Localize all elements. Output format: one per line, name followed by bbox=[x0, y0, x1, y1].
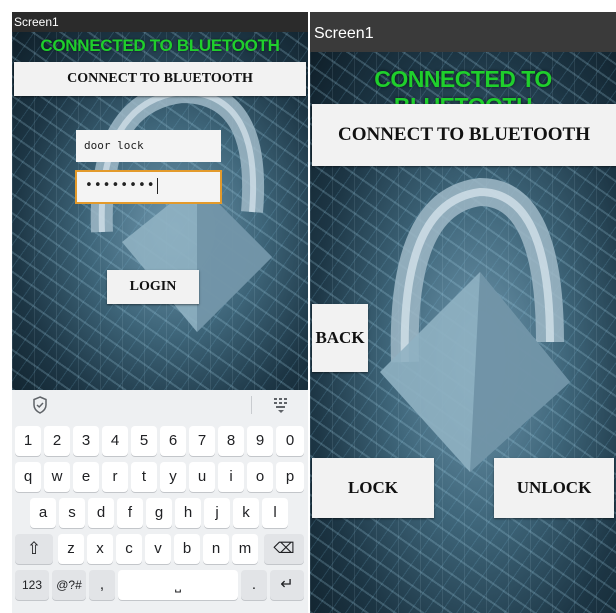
screen-title: Screen1 bbox=[314, 25, 374, 42]
login-button[interactable]: LOGIN bbox=[107, 270, 199, 304]
key-0[interactable]: 0 bbox=[276, 426, 304, 456]
control-screen: Screen1 CONNECTED TO BLUETOOTH CONNECT T… bbox=[308, 0, 616, 613]
control-background: CONNECTED TO BLUETOOTH CONNECT TO BLUETO… bbox=[310, 52, 616, 613]
username-input[interactable]: door lock bbox=[76, 130, 221, 162]
lock-button[interactable]: LOCK bbox=[312, 458, 434, 518]
login-screen: Screen1 CONNECTED TO BLUETOOTH CONNECT T… bbox=[0, 0, 308, 613]
unlock-button[interactable]: UNLOCK bbox=[494, 458, 614, 518]
key-8[interactable]: 8 bbox=[218, 426, 244, 456]
key-b[interactable]: b bbox=[174, 534, 200, 564]
key-3[interactable]: 3 bbox=[73, 426, 99, 456]
connect-bluetooth-button[interactable]: CONNECT TO BLUETOOTH bbox=[14, 62, 306, 96]
app-title-bar: Screen1 bbox=[310, 12, 616, 52]
space-key[interactable]: ⎵ bbox=[118, 570, 238, 600]
password-value: •••••••• bbox=[85, 178, 156, 193]
connection-status: CONNECTED TO BLUETOOTH bbox=[40, 36, 280, 55]
key-1[interactable]: 1 bbox=[15, 426, 41, 456]
key-x[interactable]: x bbox=[87, 534, 113, 564]
key-d[interactable]: d bbox=[88, 498, 114, 528]
screen-title: Screen1 bbox=[14, 15, 59, 29]
key-n[interactable]: n bbox=[203, 534, 229, 564]
key-5[interactable]: 5 bbox=[131, 426, 157, 456]
key-s[interactable]: s bbox=[59, 498, 85, 528]
login-background: CONNECTED TO BLUETOOTH CONNECT TO BLUETO… bbox=[12, 32, 308, 390]
keyboard-hide-icon[interactable] bbox=[272, 396, 290, 419]
app-title-bar: Screen1 bbox=[12, 12, 308, 32]
key-y[interactable]: y bbox=[160, 462, 186, 492]
letter-row-bottom: ⇧ z x c v b n m ⌫ bbox=[12, 534, 308, 566]
symbols-key[interactable]: @?# bbox=[52, 570, 86, 600]
key-q[interactable]: q bbox=[15, 462, 41, 492]
letter-row-home: a s d f g h j k l bbox=[12, 498, 308, 530]
key-m[interactable]: m bbox=[232, 534, 258, 564]
key-k[interactable]: k bbox=[233, 498, 259, 528]
period-key[interactable]: . bbox=[241, 570, 267, 600]
key-i[interactable]: i bbox=[218, 462, 244, 492]
key-g[interactable]: g bbox=[146, 498, 172, 528]
comma-key[interactable]: , bbox=[89, 570, 115, 600]
key-t[interactable]: t bbox=[131, 462, 157, 492]
shield-icon[interactable] bbox=[32, 396, 48, 419]
key-6[interactable]: 6 bbox=[160, 426, 186, 456]
key-e[interactable]: e bbox=[73, 462, 99, 492]
key-z[interactable]: z bbox=[58, 534, 84, 564]
key-l[interactable]: l bbox=[262, 498, 288, 528]
toolbar-divider bbox=[251, 396, 252, 414]
password-input[interactable]: •••••••• bbox=[75, 170, 222, 204]
key-v[interactable]: v bbox=[145, 534, 171, 564]
key-c[interactable]: c bbox=[116, 534, 142, 564]
soft-keyboard: 1 2 3 4 5 6 7 8 9 0 q w e r t y u i o p … bbox=[12, 390, 308, 613]
key-2[interactable]: 2 bbox=[44, 426, 70, 456]
letter-row-top: q w e r t y u i o p bbox=[12, 462, 308, 494]
text-cursor bbox=[156, 177, 158, 194]
connect-bluetooth-button[interactable]: CONNECT TO BLUETOOTH bbox=[312, 104, 616, 166]
number-row: 1 2 3 4 5 6 7 8 9 0 bbox=[12, 426, 308, 458]
back-button[interactable]: BACK bbox=[312, 304, 368, 372]
key-p[interactable]: p bbox=[276, 462, 304, 492]
key-4[interactable]: 4 bbox=[102, 426, 128, 456]
key-h[interactable]: h bbox=[175, 498, 201, 528]
key-o[interactable]: o bbox=[247, 462, 273, 492]
key-9[interactable]: 9 bbox=[247, 426, 273, 456]
function-row: 123 @?# , ⎵ . ↵ bbox=[12, 570, 308, 602]
shift-key[interactable]: ⇧ bbox=[15, 534, 53, 564]
key-a[interactable]: a bbox=[30, 498, 56, 528]
key-7[interactable]: 7 bbox=[189, 426, 215, 456]
enter-key[interactable]: ↵ bbox=[270, 570, 304, 600]
key-w[interactable]: w bbox=[44, 462, 70, 492]
key-f[interactable]: f bbox=[117, 498, 143, 528]
backspace-key[interactable]: ⌫ bbox=[264, 534, 304, 564]
key-j[interactable]: j bbox=[204, 498, 230, 528]
keyboard-toolbar bbox=[12, 390, 308, 420]
numbers-mode-key[interactable]: 123 bbox=[15, 570, 49, 600]
key-r[interactable]: r bbox=[102, 462, 128, 492]
key-u[interactable]: u bbox=[189, 462, 215, 492]
